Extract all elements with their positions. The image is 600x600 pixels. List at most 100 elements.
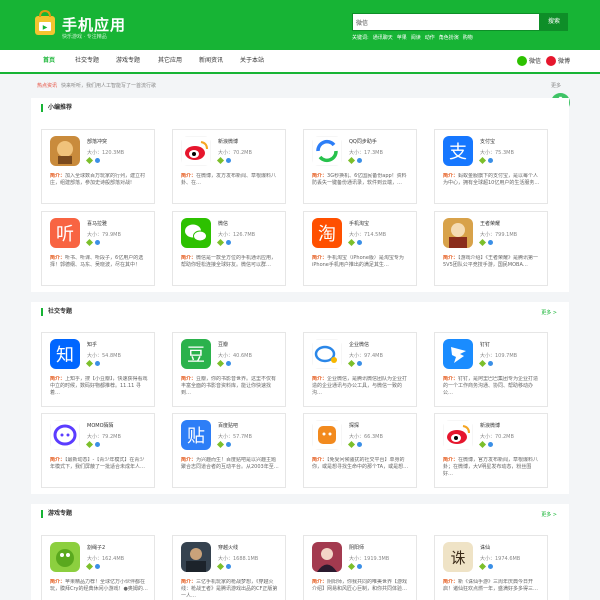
search-button[interactable]: 搜索 bbox=[540, 13, 568, 31]
game-clash-icon[interactable] bbox=[50, 136, 80, 166]
app-card[interactable]: 知 知乎 大小：54.8MB 简介：上知乎，搜【小豆瓣】，快速获得看戏中立的时候，数码… bbox=[41, 332, 155, 407]
android-icon bbox=[85, 562, 94, 571]
intro-label: 简介： bbox=[443, 376, 459, 382]
hot-news-label: 热点资讯 bbox=[37, 83, 58, 89]
wework-icon[interactable] bbox=[312, 339, 342, 369]
apple-icon bbox=[226, 442, 231, 447]
app-size: 大小：66.3MB bbox=[349, 434, 383, 440]
app-card[interactable]: 微信 大小：126.7MB 简介：微信是一款全方位的手机通讯应用，帮助你轻松连接全球… bbox=[172, 211, 286, 286]
hotword-link[interactable]: 购物 bbox=[463, 35, 473, 41]
alipay-icon[interactable]: 支 bbox=[443, 136, 473, 166]
app-name[interactable]: 新浪微博 bbox=[218, 138, 238, 145]
intro-label: 简介： bbox=[50, 579, 66, 585]
apple-icon bbox=[95, 361, 100, 366]
app-card[interactable]: 王者荣耀 大小：799.1MB 简介：【游戏介绍】《王者荣耀》是腾讯第一5V5团队公… bbox=[434, 211, 548, 286]
app-name[interactable]: 企业微信 bbox=[349, 341, 369, 348]
app-name[interactable]: 豆瓣 bbox=[218, 341, 228, 348]
nav-item-other[interactable]: 其它应用 bbox=[150, 50, 190, 72]
app-name[interactable]: 探探 bbox=[349, 422, 359, 429]
app-card[interactable]: 贴 百度贴吧 大小：57.7MB 简介：为兴趣而生！百度贴吧是以兴趣主题聚合志同道合者… bbox=[172, 413, 286, 488]
wechat-icon[interactable] bbox=[181, 218, 211, 248]
app-card[interactable]: 听 喜马拉雅 大小：79.9MB 简介：听书、听课、听段子，6亿用户的选择！郭德纲、马… bbox=[41, 211, 155, 286]
app-card[interactable]: QQ同步助手 大小：17.3MB 简介：3G秒换机、6亿国民备份app！资料防丢失一… bbox=[303, 129, 417, 204]
app-name[interactable]: 诛仙 bbox=[480, 544, 490, 551]
app-name[interactable]: 百度贴吧 bbox=[218, 422, 238, 429]
app-card[interactable]: 钉钉 大小：109.7MB 简介：钉钉，是阿里巴巴集团专为企业打造的一个工作商务沟通… bbox=[434, 332, 548, 407]
search-box bbox=[352, 13, 540, 31]
game-onmyoji-icon[interactable] bbox=[312, 542, 342, 572]
android-icon bbox=[478, 359, 487, 368]
app-name[interactable]: 部落冲突 bbox=[87, 138, 107, 145]
app-name[interactable]: 钉钉 bbox=[480, 341, 490, 348]
app-size: 大小：799.1MB bbox=[480, 232, 518, 238]
android-icon bbox=[85, 238, 94, 247]
tantan-icon[interactable] bbox=[312, 420, 342, 450]
app-card[interactable]: 淘 手机淘宝 大小：714.5MB 简介：手机淘宝（iPhone版）是淘宝专为iPho… bbox=[303, 211, 417, 286]
nav-item-news[interactable]: 新闻资讯 bbox=[191, 50, 231, 72]
share-wechat[interactable]: 微信 bbox=[517, 56, 541, 67]
app-name[interactable]: 阴阳师 bbox=[349, 544, 364, 551]
hot-news-more[interactable]: 更多 bbox=[551, 82, 561, 89]
hotword-link[interactable]: 角色扮演 bbox=[439, 35, 459, 41]
zhihu-icon[interactable]: 知 bbox=[50, 339, 80, 369]
apple-icon bbox=[488, 240, 493, 245]
app-size: 大小：75.3MB bbox=[480, 150, 514, 156]
hotword-link[interactable]: 苹果 bbox=[397, 35, 407, 41]
weibo-icon[interactable] bbox=[443, 420, 473, 450]
share-weibo[interactable]: 微博 bbox=[546, 56, 570, 67]
hot-news-link[interactable]: 快来听听，我们用人工智能写了一首流行歌 bbox=[61, 83, 156, 89]
nav-item-home[interactable]: 首页 bbox=[38, 50, 60, 72]
intro-label: 简介： bbox=[443, 579, 459, 585]
app-description: 简介：三亿手机玩家的枪战梦想，《穿越火线：枪战王者》是腾讯游戏出品的CF正版第一… bbox=[181, 579, 278, 599]
app-card[interactable]: 阴阳师 大小：1919.3MB 简介：阴阳师，你我共同的唯美世界【游戏介绍】网易和风… bbox=[303, 535, 417, 600]
app-name[interactable]: 新浪微博 bbox=[480, 422, 500, 429]
svg-text:诛: 诛 bbox=[450, 549, 465, 567]
ximalaya-icon[interactable]: 听 bbox=[50, 218, 80, 248]
app-description: 简介：阴阳师，你我共同的唯美世界【游戏介绍】网易和风匠心巨制，和你共同体验… bbox=[312, 579, 408, 592]
momo-icon[interactable] bbox=[50, 420, 80, 450]
app-card[interactable]: 穿越火线 大小：1688.1MB 简介：三亿手机玩家的枪战梦想，《穿越火线：枪战王者… bbox=[172, 535, 286, 600]
dingtalk-icon[interactable] bbox=[443, 339, 473, 369]
app-name[interactable]: 知乎 bbox=[87, 341, 97, 348]
app-description: 简介：上知乎，搜【小豆瓣】，快速获得看戏中立的时候，数码好物都推荐。11.11 … bbox=[50, 376, 148, 396]
site-title[interactable]: 手机应用 bbox=[62, 14, 126, 35]
app-name[interactable]: 穿越火线 bbox=[218, 544, 238, 551]
tieba-icon[interactable]: 贴 bbox=[181, 420, 211, 450]
app-card[interactable]: 部落冲突 大小：120.3MB 简介：加入全球数百万玩家的行列，建立村庄，组建部落，… bbox=[41, 129, 155, 204]
game-kings-icon[interactable] bbox=[443, 218, 473, 248]
app-card[interactable]: 新浪微博 大小：70.2MB 简介：在微博，官方发布新闻，草根爆料八卦；在微博，大V… bbox=[434, 413, 548, 488]
taobao-icon[interactable]: 淘 bbox=[312, 218, 342, 248]
main-nav: 首页 社交专题 游戏专题 其它应用 新闻资讯 关于本站 微信 微博 bbox=[0, 50, 600, 74]
hotword-link[interactable]: 阅读 bbox=[411, 35, 421, 41]
game-rope-icon[interactable] bbox=[50, 542, 80, 572]
app-name[interactable]: 王者荣耀 bbox=[480, 220, 500, 227]
game-zhuxian-icon[interactable]: 诛 bbox=[443, 542, 473, 572]
douban-icon[interactable]: 豆 bbox=[181, 339, 211, 369]
app-card[interactable]: 新浪微博 大小：70.2MB 简介：在微博，发方发布新闻、草根爆料八卦、在… bbox=[172, 129, 286, 204]
hotword-link[interactable]: 通讯聊天 bbox=[373, 35, 393, 41]
app-name[interactable]: 微信 bbox=[218, 220, 228, 227]
section-more-link[interactable]: 更多 > bbox=[541, 309, 557, 316]
app-name[interactable]: 支付宝 bbox=[480, 138, 495, 145]
app-name[interactable]: 喜马拉雅 bbox=[87, 220, 107, 227]
weibo-icon[interactable] bbox=[181, 136, 211, 166]
app-card[interactable]: 企业微信 大小：97.4MB 简介：企业微信，是腾讯微信团队为企业打造的企业通讯与办… bbox=[303, 332, 417, 407]
nav-item-social[interactable]: 社交专题 bbox=[67, 50, 107, 72]
nav-item-games[interactable]: 游戏专题 bbox=[108, 50, 148, 72]
nav-item-about[interactable]: 关于本站 bbox=[232, 50, 272, 72]
app-card[interactable]: MOMO陌陌 大小：79.2MB 简介：【最新动态】-【青少年模式】在青少年模式下，… bbox=[41, 413, 155, 488]
hotword-link[interactable]: 动作 bbox=[425, 35, 435, 41]
app-name[interactable]: 手机淘宝 bbox=[349, 220, 369, 227]
qq-sync-icon[interactable] bbox=[312, 136, 342, 166]
section-more-link[interactable]: 更多 > bbox=[541, 511, 557, 518]
app-name[interactable]: 割绳子2 bbox=[87, 544, 105, 551]
app-card[interactable]: 探探 大小：66.3MB 简介：【免受问候骚扰的社交平台】单身的你，或是想寻找生命中… bbox=[303, 413, 417, 488]
app-name[interactable]: MOMO陌陌 bbox=[87, 422, 114, 429]
game-cf-icon[interactable] bbox=[181, 542, 211, 572]
app-card[interactable]: 诛 诛仙 大小：1974.6MB 简介：新《诛仙手游》三周年庆典今日开启！诸仙狂欢点燃… bbox=[434, 535, 548, 600]
search-input[interactable] bbox=[353, 14, 539, 30]
app-name[interactable]: QQ同步助手 bbox=[349, 138, 377, 145]
app-card[interactable]: 割绳子2 大小：162.4MB 简介：苹果精品力荐！全球亿万小伙伴都在玩，膜拜Cry… bbox=[41, 535, 155, 600]
app-card[interactable]: 豆 豆瓣 大小：40.6MB 简介：豆瓣，你的书影音世界。这里不仅有丰富全面的书影音资… bbox=[172, 332, 286, 407]
app-card[interactable]: 支 支付宝 大小：75.3MB 简介：蚂蚁金服旗下的支付宝，是以每个人为中心，拥有全球… bbox=[434, 129, 548, 204]
